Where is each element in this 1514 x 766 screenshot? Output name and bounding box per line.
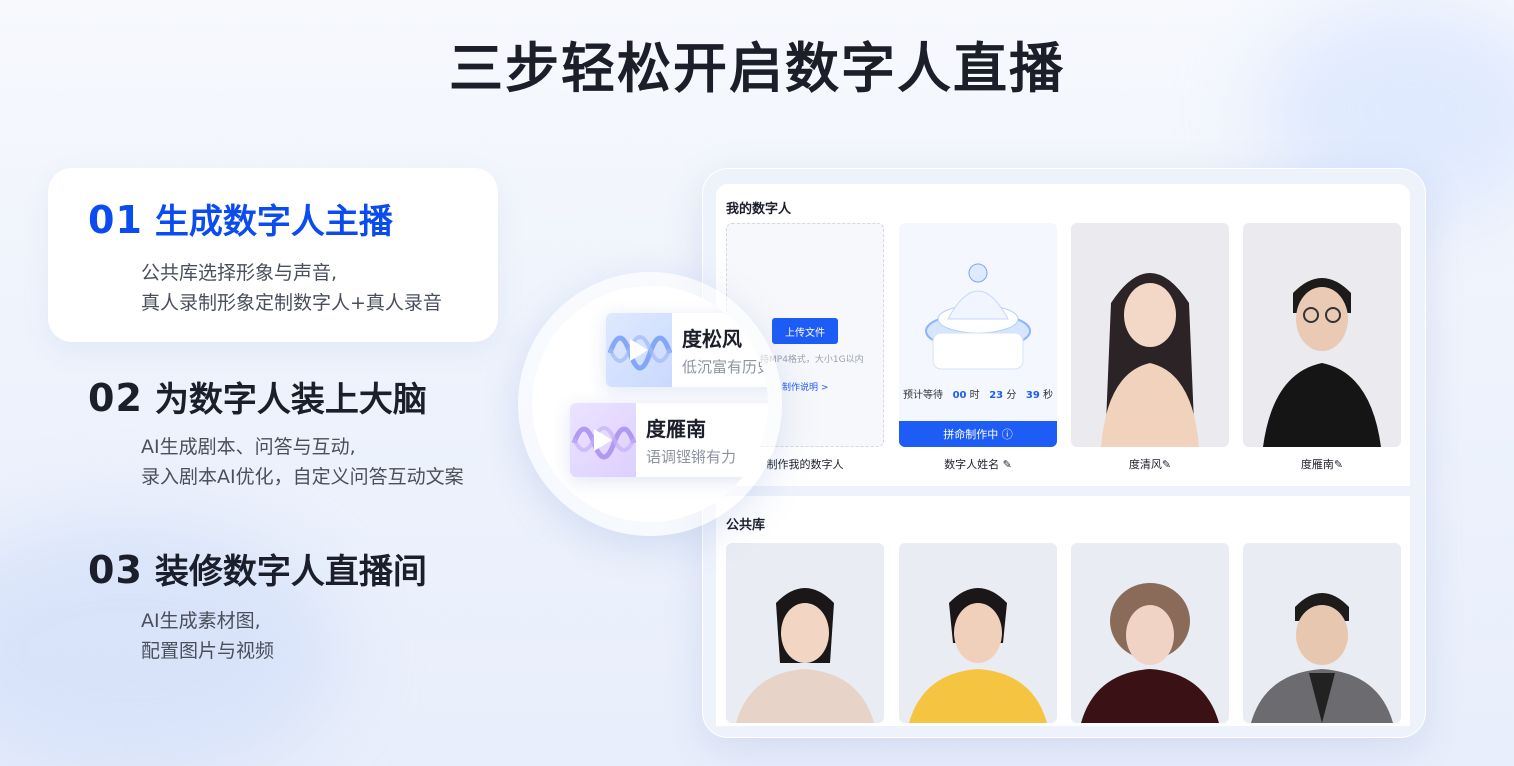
voice-1-name: 度松风 xyxy=(682,327,742,351)
public-avatar-3[interactable] xyxy=(1071,543,1229,723)
processing-card[interactable] xyxy=(899,223,1057,447)
step-3-desc-line1: AI生成素材图, xyxy=(141,610,261,632)
progress-button[interactable]: 拼命制作中 ⓘ xyxy=(899,421,1057,447)
rocket-illustration xyxy=(925,263,1031,370)
my-digital-title: 我的数字人 xyxy=(726,202,792,217)
public-avatar-4[interactable] xyxy=(1243,543,1401,723)
step-2-card[interactable]: 02 为数字人装上大脑 AI生成剧本、问答与互动, 录入剧本AI优化，自定义问答… xyxy=(48,342,498,502)
voice-card-1[interactable]: 度松风 低沉富有历史 xyxy=(606,313,768,387)
edit-icon[interactable]: ✎ xyxy=(1162,458,1171,471)
edit-icon[interactable]: ✎ xyxy=(1003,458,1012,471)
guide-link[interactable]: 制作说明 > xyxy=(782,380,828,393)
step-1-number: 01 xyxy=(88,198,143,242)
step-2-desc-line2: 录入剧本AI优化，自定义问答互动文案 xyxy=(141,466,464,488)
voice-wave-thumb xyxy=(606,313,673,387)
avatar-card-1[interactable] xyxy=(1071,223,1229,447)
step-3-number: 03 xyxy=(88,548,143,592)
voice-1-desc: 低沉富有历史 xyxy=(682,358,768,376)
edit-icon[interactable]: ✎ xyxy=(1334,458,1343,471)
play-icon[interactable] xyxy=(594,429,612,451)
avatar-2-name[interactable]: 度雁南✎ xyxy=(1243,456,1401,472)
page-title: 三步轻松开启数字人直播 xyxy=(449,37,1065,100)
step-3-title: 装修数字人直播间 xyxy=(154,552,427,592)
man-avatar-image xyxy=(1263,278,1381,447)
voice-wave-thumb xyxy=(570,403,637,477)
step-2-desc-line1: AI生成剧本、问答与互动, xyxy=(141,436,356,458)
play-icon[interactable] xyxy=(630,339,648,361)
step-1-desc-line2: 真人录制形象定制数字人+真人录音 xyxy=(141,292,442,314)
wait-countdown: 预计等待 00 时 23 分 39 秒 xyxy=(903,390,1053,401)
voice-2-desc: 语调铿锵有力 xyxy=(646,448,737,466)
step-3-desc-line2: 配置图片与视频 xyxy=(141,640,275,662)
woman-avatar-image xyxy=(1101,273,1199,447)
upload-file-button[interactable]: 上传文件 xyxy=(772,318,838,344)
voice-bubble: 度松风 低沉富有历史 度雁南 语调铿锵有力 xyxy=(532,286,768,522)
step-1-desc-line1: 公共库选择形象与声音, xyxy=(141,262,338,284)
avatar-1-name[interactable]: 度清风✎ xyxy=(1071,456,1229,472)
avatar-card-2[interactable] xyxy=(1243,223,1401,447)
step-3-card[interactable]: 03 装修数字人直播间 AI生成素材图, 配置图片与视频 xyxy=(48,514,498,674)
step-1-title: 生成数字人主播 xyxy=(154,202,393,242)
step-2-number: 02 xyxy=(88,376,143,420)
voice-card-2[interactable]: 度雁南 语调铿锵有力 xyxy=(570,403,768,477)
voice-2-name: 度雁南 xyxy=(646,417,706,441)
step-1-card[interactable]: 01 生成数字人主播 公共库选择形象与声音, 真人录制形象定制数字人+真人录音 xyxy=(48,168,498,342)
step-2-title: 为数字人装上大脑 xyxy=(154,380,427,420)
pending-name-label[interactable]: 数字人姓名 ✎ xyxy=(899,456,1057,472)
public-library-title: 公共库 xyxy=(726,518,766,533)
public-avatar-2[interactable] xyxy=(899,543,1057,723)
public-avatar-1[interactable] xyxy=(726,543,884,723)
